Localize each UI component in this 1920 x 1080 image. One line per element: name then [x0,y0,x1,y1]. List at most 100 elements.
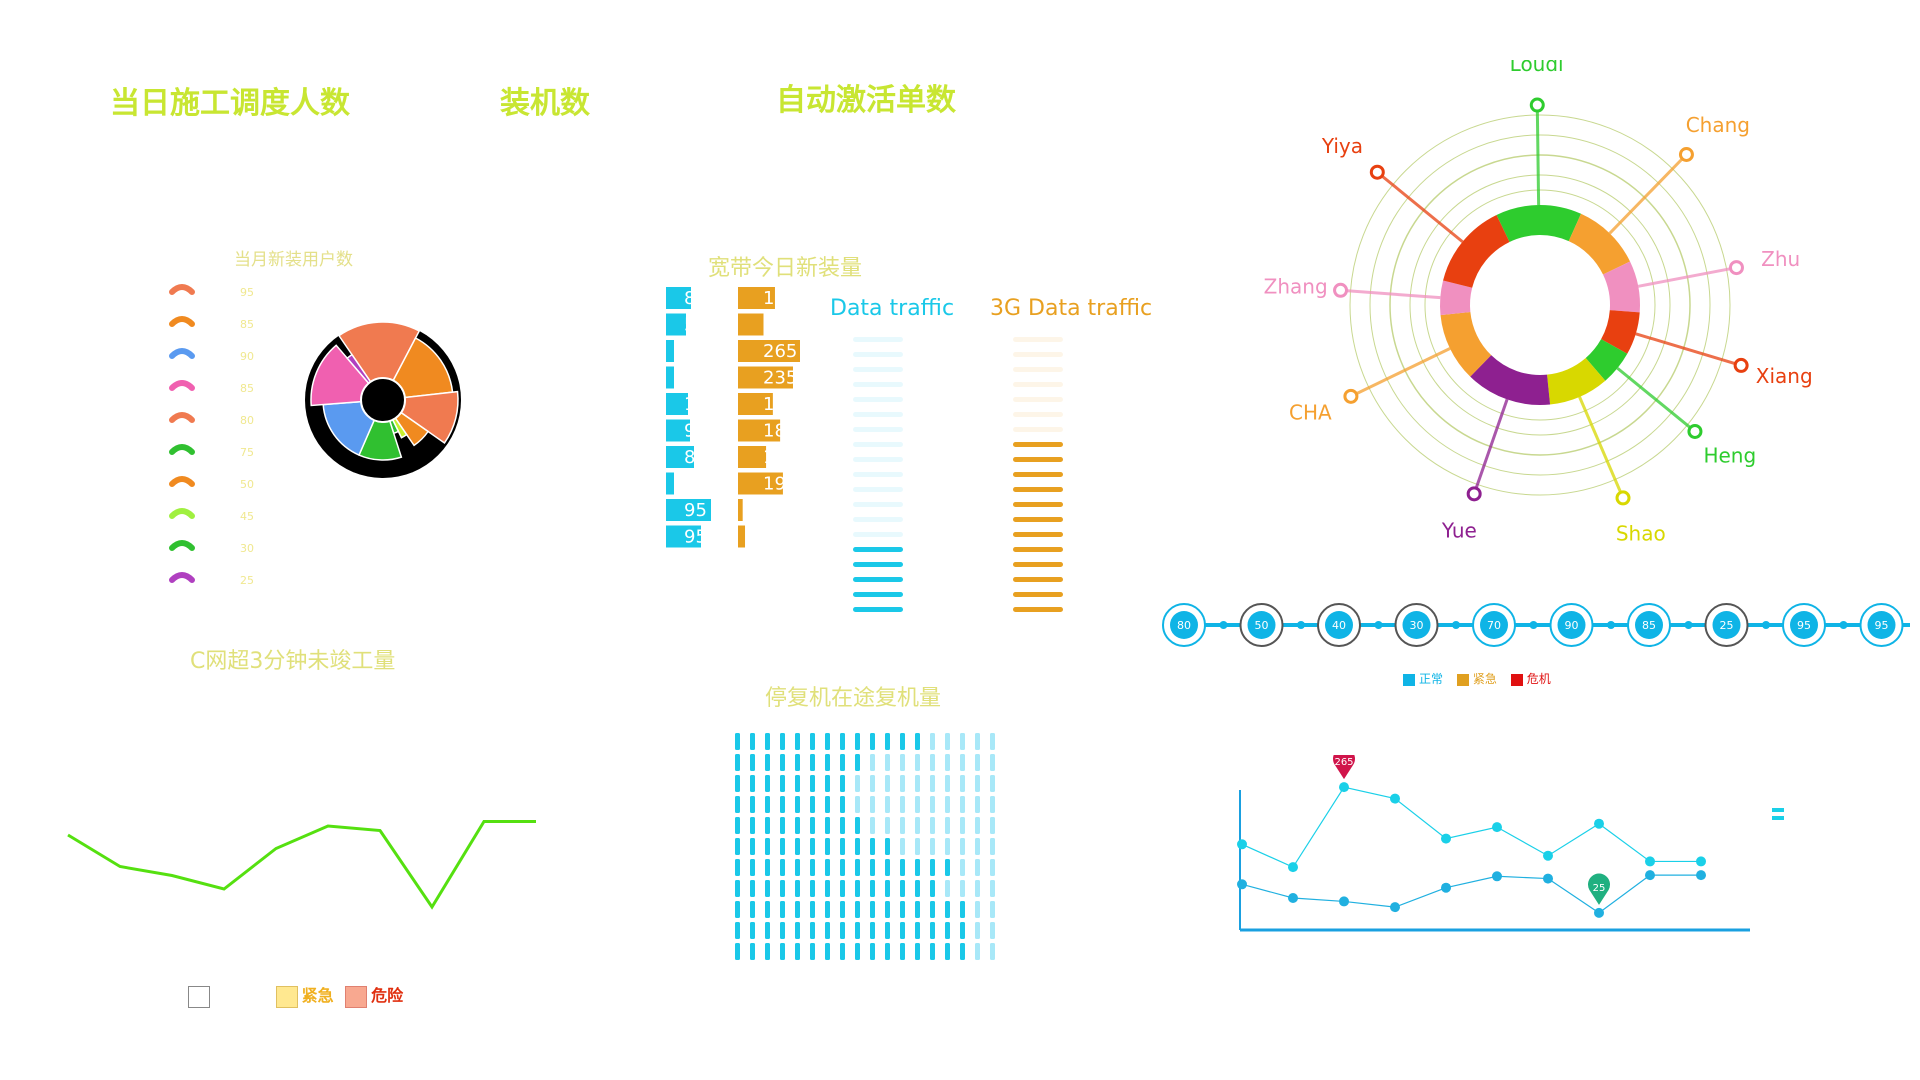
line-point-0-2 [1339,782,1349,793]
traffic-bar-11 [1013,502,1063,507]
grid-cell-5-11 [900,838,905,855]
grid-cell-2-16 [975,775,980,792]
grid-cell-3-9 [870,796,875,813]
radial-label-0: Loudi [1510,60,1564,76]
grid-cell-1-13 [930,754,935,771]
grid-cell-10-6 [825,943,830,960]
line-point-0-5 [1492,822,1502,833]
grid-cell-6-12 [915,859,920,876]
grid-cell-6-9 [870,859,875,876]
bar-right-label-0: 158 [763,288,797,309]
grid-cell-6-10 [885,859,890,876]
grid-cell-5-15 [960,838,965,855]
grid-cell-6-17 [990,859,995,876]
bar-left-3 [666,366,674,389]
traffic-bar-9 [1013,472,1063,477]
traffic-bar-15 [1013,562,1063,567]
legend-marker-9 [169,572,195,583]
traffic-title: 3G Data traffic [990,296,1152,321]
grid-cell-8-10 [885,901,890,918]
grid-cell-7-8 [855,880,860,897]
traffic-bar-7 [853,442,903,447]
grid-cell-6-14 [945,859,950,876]
bar-left-label-1: 5 [684,315,695,336]
grid-cell-7-14 [945,880,950,897]
grid-cell-5-16 [975,838,980,855]
timeline-chart: 80 50 40 30 70 90 85 25 95 95 [1162,603,1910,647]
grid-cell-0-0 [735,733,740,750]
line-series-0 [1241,786,1701,868]
bar-left-label-8: 95 [684,500,707,521]
grid-cell-10-12 [915,943,920,960]
timeline-value-6: 85 [1642,619,1656,632]
spoke-end-0 [1529,97,1545,113]
grid-cell-3-17 [990,796,995,813]
data-traffic-3g-chart: 3G Data traffic [990,296,1152,612]
grid-cell-4-1 [750,817,755,834]
grid-cell-7-12 [915,880,920,897]
grid-cell-2-5 [810,775,815,792]
grid-cell-3-0 [735,796,740,813]
spoke-9 [1376,171,1464,243]
grid-cell-8-6 [825,901,830,918]
radial-label-6: Yue [1441,519,1477,543]
grid-cell-0-12 [915,733,920,750]
legend-label-8: 30 [240,542,254,555]
spoke-end-5 [1615,490,1631,506]
timeline-dot-4 [1452,621,1460,629]
grid-cell-7-4 [795,880,800,897]
grid-cell-3-8 [855,796,860,813]
traffic-bar-12 [853,517,903,522]
radial-label-9: Yiya [1321,134,1363,158]
traffic-bar-3 [1013,382,1063,387]
radial-chart: Loudi Chang Zhu Xiang Heng Shao Yue CHA Zhang Yiy… [1264,60,1813,546]
grid-cell-8-9 [870,901,875,918]
grid-cell-9-3 [780,922,785,939]
traffic-bar-6 [853,427,903,432]
header-construction: 当日施工调度人数 [110,86,350,121]
line-point-0-9 [1696,856,1706,867]
grid-cell-2-15 [960,775,965,792]
grid-cell-9-1 [750,922,755,939]
traffic-bar-10 [853,487,903,492]
grid-cell-9-5 [810,922,815,939]
grid-cell-2-8 [855,775,860,792]
timeline-dot-8 [1762,621,1770,629]
legend-label-4: 80 [240,414,254,427]
legend-danger-swatch [1510,673,1523,686]
grid-cell-8-12 [915,901,920,918]
donut-segment-0 [1496,204,1582,242]
grid-cell-1-12 [915,754,920,771]
legend-marker-7 [169,508,195,519]
bar-right-9 [738,525,746,548]
line-point-0-6 [1543,850,1553,861]
radial-ring-0 [1349,114,1731,496]
grid-cell-1-1 [750,754,755,771]
line-point-1-1 [1288,893,1298,903]
grid-cell-9-17 [990,922,995,939]
grid-cell-7-1 [750,880,755,897]
traffic-bar-10 [1013,487,1063,492]
line-point-1-0 [1237,879,1247,890]
traffic-bar-8 [1013,457,1063,462]
title-broadband-new: 宽带今日新装量 [708,256,863,281]
grid-cell-0-4 [795,733,800,750]
timeline-value-2: 40 [1332,619,1346,632]
spoke-7 [1350,347,1451,398]
spoke-2 [1637,266,1737,288]
line-point-0-8 [1645,856,1655,867]
grid-cell-1-11 [900,754,905,771]
bar-left-2 [666,340,674,362]
grid-cell-9-14 [945,922,950,939]
line-point-1-2 [1339,896,1349,907]
line-point-1-6 [1543,873,1553,884]
grid-cell-1-17 [990,754,995,771]
grid-cell-1-10 [885,754,890,771]
grid-cell-7-3 [780,880,785,897]
grid-cell-0-14 [945,733,950,750]
grid-cell-0-11 [900,733,905,750]
grid-cell-3-11 [900,796,905,813]
grid-cell-5-9 [870,838,875,855]
line-point-0-4 [1441,833,1451,844]
grid-cell-7-5 [810,880,815,897]
